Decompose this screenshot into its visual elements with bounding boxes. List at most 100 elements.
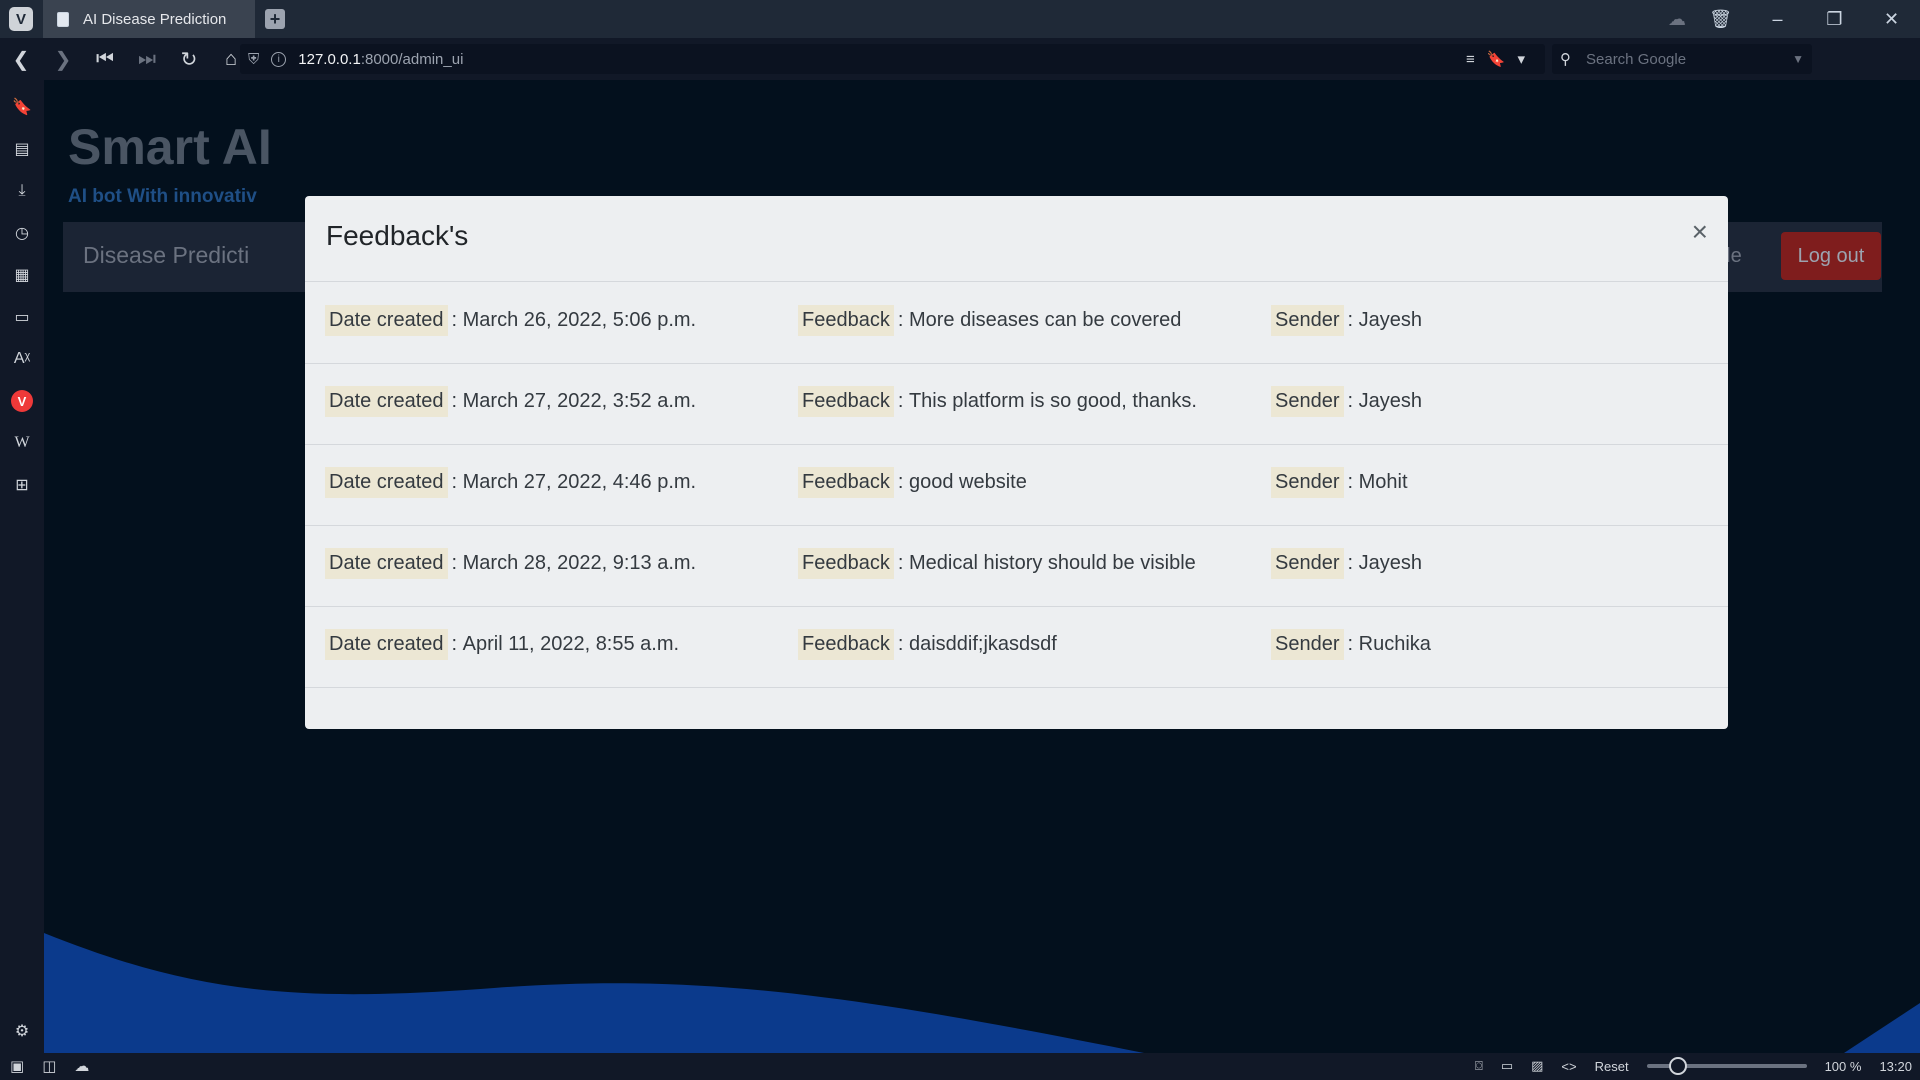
search-icon: ⚲	[1560, 51, 1571, 68]
images-icon[interactable]: ▨	[1531, 1058, 1543, 1074]
close-window-button[interactable]: ✕	[1863, 9, 1920, 30]
zoom-slider[interactable]	[1646, 1057, 1807, 1075]
window-controls: ☁ 🗑 – ❐ ✕	[1662, 0, 1920, 38]
panel-toggle-icon[interactable]: ▣	[10, 1057, 24, 1075]
logout-button[interactable]: Log out	[1781, 232, 1881, 280]
page-actions-icon[interactable]: <>	[1561, 1059, 1576, 1074]
address-toolbar: ❮ ❯ ⏮ ⏭ ↻ ⌂ ⛨ i 127.0.0.1 :8000/admin_ui…	[0, 38, 1920, 114]
new-tab-button[interactable]: +	[265, 9, 285, 29]
sender-cell: Sender: Jayesh	[1271, 303, 1422, 337]
feedback-label: Feedback	[798, 628, 894, 660]
page-tiling-icon[interactable]: ▭	[1501, 1058, 1513, 1074]
trash-icon[interactable]: 🗑	[1692, 9, 1749, 30]
minimize-button[interactable]: –	[1749, 9, 1806, 30]
date-value: March 27, 2022, 3:52 a.m.	[462, 389, 697, 412]
status-right: ⌼ ▭ ▨ <> Reset 100 % 13:20	[1475, 1057, 1912, 1075]
feedback-row: Date created: March 27, 2022, 3:52 a.m. …	[305, 364, 1728, 445]
sync-status-icon[interactable]: ☁	[74, 1057, 89, 1075]
feedback-label: Feedback	[798, 466, 894, 498]
sender-value: Jayesh	[1358, 551, 1422, 574]
back-icon[interactable]: ❮	[0, 47, 42, 72]
feedback-value: Medical history should be visible	[908, 551, 1196, 574]
date-label: Date created	[325, 304, 448, 336]
url-tools: ≡🔖▾	[1466, 51, 1537, 68]
feedback-row: Date created: April 11, 2022, 8:55 a.m. …	[305, 607, 1728, 688]
date-label: Date created	[325, 385, 448, 417]
rewind-icon[interactable]: ⏮	[84, 48, 126, 71]
notes-icon[interactable]: ▦	[11, 264, 33, 286]
date-label: Date created	[325, 628, 448, 660]
feedback-row: Date created: March 26, 2022, 5:06 p.m. …	[305, 283, 1728, 364]
date-cell: Date created: March 26, 2022, 5:06 p.m.	[325, 303, 696, 337]
zoom-reset-button[interactable]: Reset	[1595, 1059, 1629, 1074]
forward-icon[interactable]: ❯	[42, 47, 84, 72]
window-panel-icon[interactable]: ▭	[11, 306, 33, 328]
sync-cloud-icon[interactable]: ☁	[1662, 9, 1692, 30]
navbar-brand[interactable]: Disease Predicti	[83, 242, 249, 269]
translate-icon[interactable]: Aᵡ	[11, 348, 33, 370]
search-placeholder: Search Google	[1586, 50, 1687, 68]
sender-label: Sender	[1271, 466, 1344, 498]
reading-list-icon[interactable]: ▤	[11, 138, 33, 160]
clock: 13:20	[1879, 1058, 1912, 1074]
zoom-slider-knob[interactable]	[1668, 1057, 1687, 1075]
feedback-value: daisddif;jkasdsdf	[908, 632, 1057, 655]
date-label: Date created	[325, 466, 448, 498]
close-icon[interactable]: ×	[1692, 218, 1708, 246]
feedback-label: Feedback	[798, 385, 894, 417]
sender-value: Jayesh	[1358, 308, 1422, 331]
page-icon	[57, 11, 69, 27]
site-title: Smart AI	[68, 119, 272, 175]
side-panel: 🔖 ▤ ⤓ ◷ ▦ ▭ Aᵡ V W ⊞ ⚙	[0, 80, 44, 1053]
date-cell: Date created: March 27, 2022, 3:52 a.m.	[325, 384, 696, 418]
sender-value: Ruchika	[1358, 632, 1431, 655]
wikipedia-icon[interactable]: W	[11, 432, 33, 454]
sender-label: Sender	[1271, 628, 1344, 660]
date-label: Date created	[325, 547, 448, 579]
date-cell: Date created: April 11, 2022, 8:55 a.m.	[325, 627, 679, 661]
sender-value: Jayesh	[1358, 389, 1422, 412]
feedback-row: Date created: March 27, 2022, 4:46 p.m. …	[305, 445, 1728, 526]
reload-icon[interactable]: ↻	[168, 47, 210, 72]
feedback-value: This platform is so good, thanks.	[908, 389, 1197, 412]
feedback-cell: Feedback: This platform is so good, than…	[798, 384, 1197, 418]
sender-label: Sender	[1271, 547, 1344, 579]
zoom-level: 100 %	[1824, 1058, 1862, 1074]
feedback-row: Date created: March 28, 2022, 9:13 a.m. …	[305, 526, 1728, 607]
sender-label: Sender	[1271, 304, 1344, 336]
bookmarks-icon[interactable]: 🔖	[11, 96, 33, 118]
date-value: March 26, 2022, 5:06 p.m.	[462, 308, 697, 331]
feedback-cell: Feedback: good website	[798, 465, 1027, 499]
restore-button[interactable]: ❐	[1806, 9, 1863, 30]
date-value: March 28, 2022, 9:13 a.m.	[462, 551, 697, 574]
settings-gear-icon[interactable]: ⚙	[11, 1020, 33, 1042]
add-panel-icon[interactable]: ⊞	[11, 474, 33, 496]
sender-value: Mohit	[1358, 470, 1408, 493]
sender-cell: Sender: Mohit	[1271, 465, 1408, 499]
search-input[interactable]: ⚲ Search Google ▼	[1552, 44, 1812, 74]
vivaldi-menu-icon[interactable]: V	[9, 7, 33, 31]
feedback-cell: Feedback: More diseases can be covered	[798, 303, 1181, 337]
history-icon[interactable]: ◷	[11, 222, 33, 244]
status-bar: ▣ ◫ ☁ ⌼ ▭ ▨ <> Reset 100 % 13:20	[0, 1053, 1920, 1080]
sender-cell: Sender: Ruchika	[1271, 627, 1431, 661]
fast-forward-icon[interactable]: ⏭	[126, 48, 168, 71]
sender-cell: Sender: Jayesh	[1271, 546, 1422, 580]
status-left: ▣ ◫ ☁	[10, 1057, 89, 1075]
feedback-modal: Feedback's × Date created: March 26, 202…	[305, 196, 1728, 729]
modal-title: Feedback's	[326, 220, 469, 251]
vivaldi-icon[interactable]: V	[11, 390, 33, 412]
feedback-cell: Feedback: daisddif;jkasdsdf	[798, 627, 1057, 661]
chevron-down-icon[interactable]: ▼	[1792, 52, 1804, 66]
sender-label: Sender	[1271, 385, 1344, 417]
url-field[interactable]: ⛨ i 127.0.0.1 :8000/admin_ui ≡🔖▾	[240, 44, 1545, 74]
capture-icon[interactable]: ⌼	[1475, 1058, 1483, 1074]
shield-icon[interactable]: ⛨	[248, 51, 259, 68]
feedback-value: good website	[908, 470, 1027, 493]
downloads-icon[interactable]: ⤓	[11, 180, 33, 202]
date-cell: Date created: March 27, 2022, 4:46 p.m.	[325, 465, 696, 499]
tab-active[interactable]: AI Disease Prediction	[43, 0, 255, 38]
feedback-cell: Feedback: Medical history should be visi…	[798, 546, 1196, 580]
tile-tabs-icon[interactable]: ◫	[42, 1057, 56, 1075]
info-icon[interactable]: i	[271, 51, 287, 67]
